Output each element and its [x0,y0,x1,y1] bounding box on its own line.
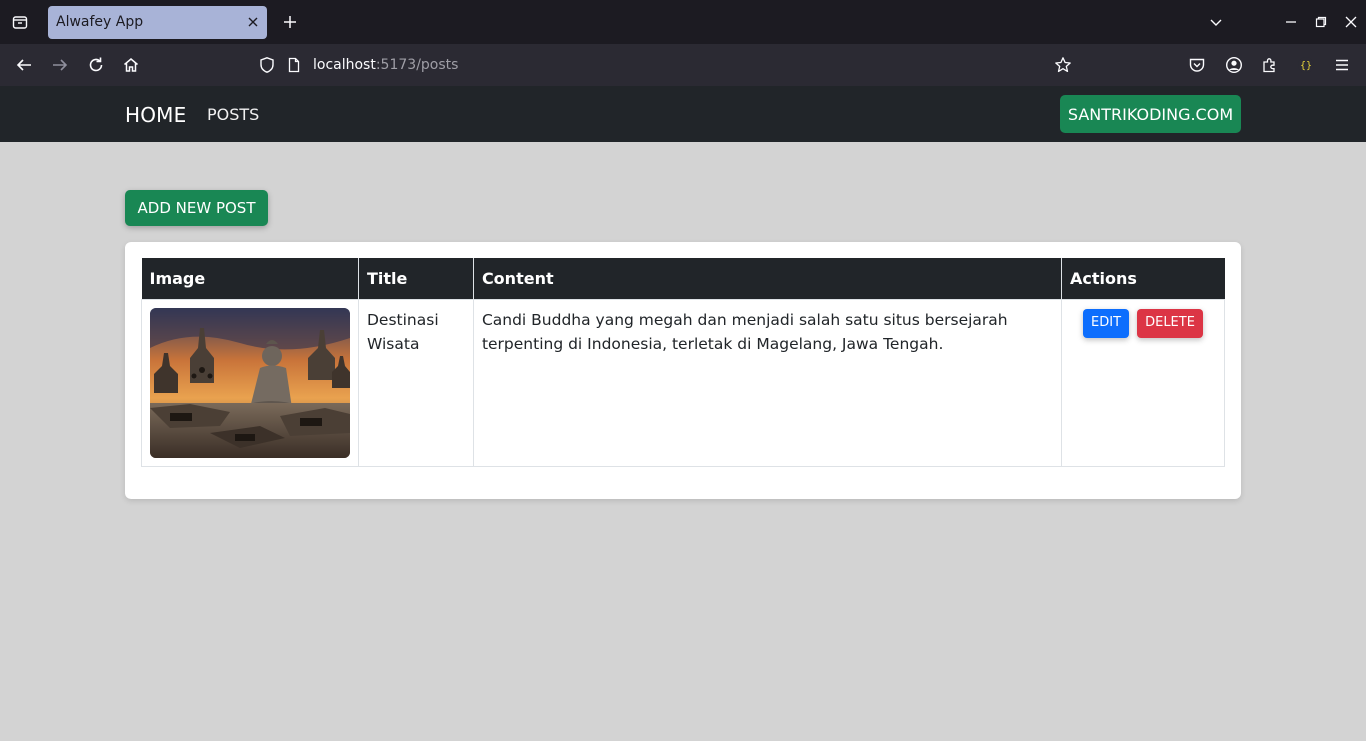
posts-table: Image Title Content Actions Destinasi Wi… [141,258,1225,467]
home-icon[interactable] [120,54,142,76]
header-image: Image [141,258,359,299]
action-buttons: EDIT DELETE [1070,308,1216,338]
restore-icon[interactable] [1311,12,1331,32]
pocket-icon[interactable] [1186,54,1208,76]
url-path: :5173/posts [375,57,459,73]
image-cell [141,298,359,467]
menu-icon[interactable] [1331,54,1353,76]
posts-link[interactable]: POSTS [207,105,259,124]
page-icon [283,54,305,76]
table-row: Destinasi Wisata Candi Buddha yang megah… [141,298,1225,467]
account-icon[interactable] [1223,54,1245,76]
minimize-icon[interactable] [1281,12,1301,32]
actions-cell: EDIT DELETE [1061,298,1225,467]
url-text[interactable]: localhost:5173/posts [313,57,458,73]
url-host: localhost [313,57,376,73]
add-new-post-button[interactable]: ADD NEW POST [125,190,268,226]
header-actions: Actions [1061,258,1225,299]
table-header-row: Image Title Content Actions [141,258,1225,299]
posts-card: Image Title Content Actions Destinasi Wi… [125,242,1241,499]
url-bar[interactable]: localhost:5173/posts [250,49,1090,81]
app-navbar: HOME POSTS SANTRIKODING.COM [0,86,1366,142]
title-cell: Destinasi Wisata [358,298,474,467]
santrikoding-button[interactable]: SANTRIKODING.COM [1060,95,1241,133]
back-arrow-icon[interactable] [13,54,35,76]
edit-button[interactable]: EDIT [1083,308,1130,338]
chevron-down-icon[interactable] [1206,12,1226,32]
browser-tab[interactable]: Alwafey App [48,6,267,39]
extensions-icon[interactable] [1259,54,1281,76]
reload-icon[interactable] [85,54,107,76]
content-cell: Candi Buddha yang megah dan menjadi sala… [472,298,1063,467]
shield-icon[interactable] [256,54,278,76]
post-thumbnail-image [150,307,350,458]
close-tab-icon[interactable] [245,14,261,30]
header-content: Content [473,258,1063,299]
close-window-icon[interactable] [1341,12,1361,32]
bookmark-star-icon[interactable] [1052,54,1074,76]
delete-button[interactable]: DELETE [1137,308,1204,338]
home-link[interactable]: HOME [125,103,186,127]
tab-title: Alwafey App [56,14,144,30]
svg-text:{}: {} [1300,61,1312,72]
browser-toolbar: localhost:5173/posts {} [0,44,1366,86]
devtools-extension-icon[interactable]: {} [1295,54,1317,76]
forward-arrow-icon[interactable] [49,54,71,76]
header-title: Title [358,258,474,299]
tab-list-icon[interactable] [8,11,32,33]
new-tab-icon[interactable] [280,12,300,32]
browser-tab-bar: Alwafey App [0,0,1366,44]
